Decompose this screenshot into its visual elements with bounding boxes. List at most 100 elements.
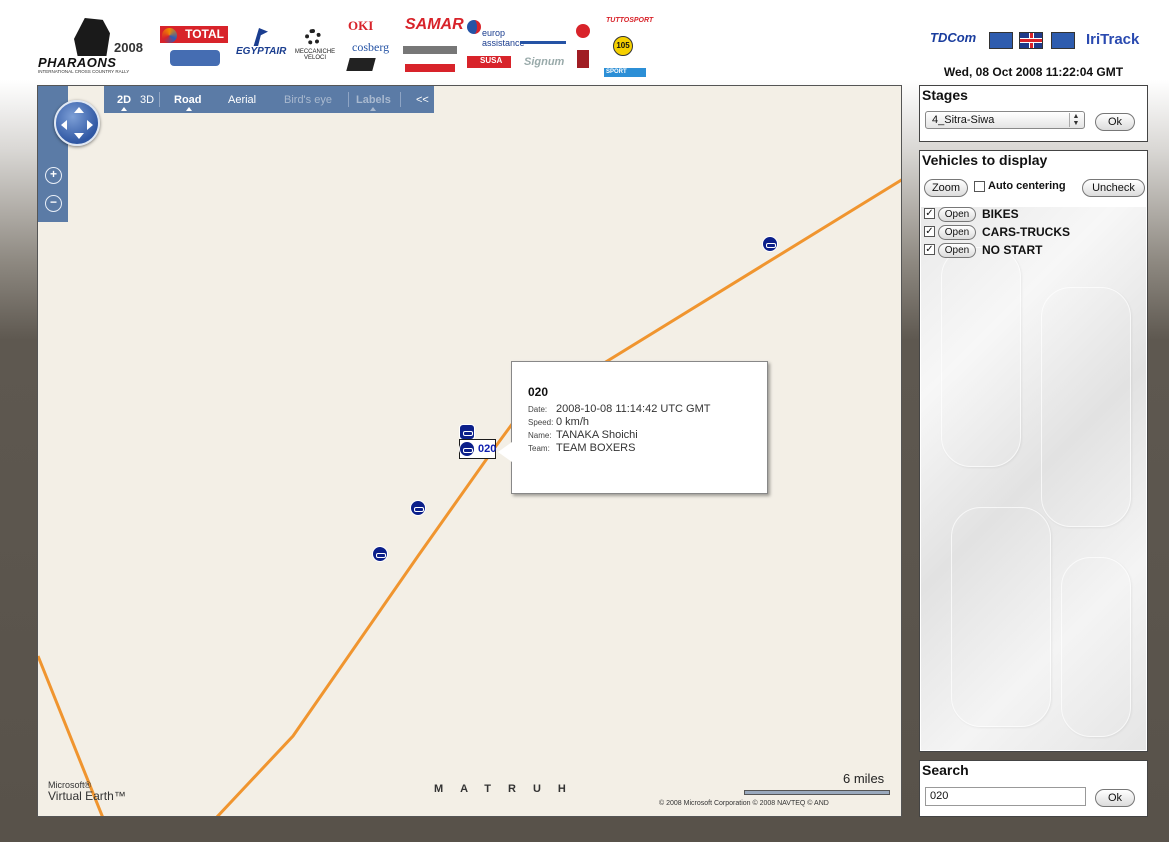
aerial-view-button[interactable]: Aerial bbox=[228, 94, 256, 106]
popup-team-key: Team: bbox=[528, 444, 550, 453]
toolbar-divider bbox=[159, 92, 160, 107]
map-view[interactable]: + − 2D 3D Road Aerial Bird's eye Labels … bbox=[37, 85, 902, 817]
cars-trucks-open-button[interactable]: Open bbox=[938, 225, 976, 240]
vehicle-marker-bike-2[interactable] bbox=[410, 500, 426, 516]
sponsor-egyptair: EGYPTAIR bbox=[236, 46, 286, 57]
select-arrows-icon: ▲ ▼ bbox=[1069, 113, 1082, 127]
virtual-earth-logo: Microsoft® Virtual Earth™ bbox=[48, 780, 126, 803]
labels-button[interactable]: Labels bbox=[356, 94, 391, 106]
sponsor-total-label: TOTAL bbox=[185, 27, 224, 41]
sponsor-europ-assistance: europ assistance bbox=[468, 28, 525, 48]
search-ok-button[interactable]: Ok bbox=[1095, 789, 1135, 807]
pharaoh-head-icon bbox=[74, 18, 110, 56]
sponsor-red-dot-icon bbox=[576, 24, 590, 38]
zoom-vehicles-button[interactable]: Zoom bbox=[924, 179, 968, 197]
sponsor-tuttosport: TUTTOSPORT bbox=[606, 17, 653, 24]
stages-title: Stages bbox=[922, 87, 968, 103]
virtual-earth-label: Virtual Earth™ bbox=[48, 789, 126, 803]
map-toolbar: 2D 3D Road Aerial Bird's eye Labels << bbox=[104, 86, 434, 113]
popup-speed: 0 km/h bbox=[556, 416, 590, 428]
mode-3d-button[interactable]: 3D bbox=[140, 94, 154, 106]
compass-pan-icon[interactable] bbox=[54, 100, 100, 146]
sponsor-sport-label: SPORT bbox=[606, 69, 627, 75]
toolbar-divider-2 bbox=[348, 92, 349, 107]
popup-date-row: Date: 2008-10-08 11:14:42 UTC GMT bbox=[528, 403, 710, 415]
sponsor-signum: Signum bbox=[524, 56, 564, 68]
sponsor-signum-label: Signum bbox=[524, 56, 565, 68]
help-flag-icon[interactable] bbox=[989, 32, 1013, 49]
sponsor-meccaniche-label: MECCANICHE VELOCI bbox=[294, 49, 336, 61]
popup-date-key: Date: bbox=[528, 405, 548, 414]
vehicle-info-popup: 020 Date: 2008-10-08 11:14:42 UTC GMT Spe… bbox=[498, 361, 768, 494]
bikes-open-button[interactable]: Open bbox=[938, 207, 976, 222]
road-indicator-icon bbox=[186, 107, 192, 111]
help-flag-2-icon[interactable] bbox=[1051, 32, 1075, 49]
sponsor-oki-label: OKI bbox=[348, 18, 374, 33]
current-datetime: Wed, 08 Oct 2008 11:22:04 GMT bbox=[919, 62, 1148, 82]
birds-eye-button[interactable]: Bird's eye bbox=[284, 94, 332, 106]
brand-subtitle: INTERNATIONAL CROSS COUNTRY RALLY bbox=[38, 69, 130, 74]
pharaons-logo: 2008 PHARAONS INTERNATIONAL CROSS COUNTR… bbox=[38, 18, 148, 74]
vehicle-marker-bike[interactable] bbox=[762, 236, 778, 252]
vehicles-panel: Vehicles to display Zoom Auto centering … bbox=[919, 150, 1148, 752]
iritrack-logo: IriTrack bbox=[1086, 31, 1140, 48]
sponsor-susa: SUSA bbox=[480, 56, 502, 65]
uk-flag-icon[interactable] bbox=[1019, 32, 1043, 49]
no-start-checkbox[interactable]: ✓ bbox=[924, 244, 935, 255]
popup-name-key: Name: bbox=[528, 431, 552, 440]
panel-relief-background bbox=[921, 207, 1146, 750]
sponsor-105-icon: 105 bbox=[613, 36, 633, 56]
sponsor-cosberg: cosberg bbox=[352, 40, 389, 55]
no-start-open-button[interactable]: Open bbox=[938, 243, 976, 258]
stage-select-value: 4_Sitra-Siwa bbox=[932, 114, 995, 126]
sponsor-tuttosport-label: TUTTOSPORT bbox=[606, 17, 654, 24]
sponsor-spiridi-bar-icon bbox=[405, 64, 455, 72]
header: 2008 PHARAONS INTERNATIONAL CROSS COUNTR… bbox=[0, 0, 1169, 82]
scale-bar bbox=[744, 790, 890, 795]
collapse-toolbar-button[interactable]: << bbox=[416, 94, 429, 106]
cars-trucks-checkbox[interactable]: ✓ bbox=[924, 226, 935, 237]
auto-centering-checkbox[interactable] bbox=[974, 181, 985, 192]
mode-2d-button[interactable]: 2D bbox=[117, 94, 131, 106]
sponsor-aez-icon bbox=[346, 58, 376, 71]
sponsor-samar: SAMAR bbox=[405, 16, 464, 34]
vehicle-marker-bus[interactable] bbox=[459, 424, 475, 440]
popup-speed-row: Speed: 0 km/h bbox=[528, 416, 589, 428]
zoom-out-button[interactable]: − bbox=[45, 195, 62, 212]
sponsor-upd-icon bbox=[520, 28, 566, 44]
tdcom-logo: TDCom bbox=[930, 30, 977, 45]
cars-trucks-label: CARS-TRUCKS bbox=[982, 225, 1070, 239]
sponsor-meccaniche: MECCANICHE VELOCI bbox=[293, 49, 337, 61]
meccaniche-gear-icon bbox=[305, 29, 321, 45]
vehicle-marker-bike-3[interactable] bbox=[372, 546, 388, 562]
sponsor-red-block-icon bbox=[577, 50, 589, 68]
popup-name-row: Name: TANAKA Shoichi bbox=[528, 429, 638, 441]
uncheck-button[interactable]: Uncheck bbox=[1082, 179, 1145, 197]
mode-2d-indicator-icon bbox=[121, 107, 127, 111]
stage-select[interactable]: 4_Sitra-Siwa ▲ ▼ bbox=[925, 111, 1085, 129]
popup-name: TANAKA Shoichi bbox=[556, 429, 638, 441]
sponsor-sport-mediaset: SPORT bbox=[604, 68, 646, 77]
road-view-button[interactable]: Road bbox=[174, 94, 202, 106]
search-input[interactable]: 020 bbox=[925, 787, 1086, 806]
brand-name: PHARAONS bbox=[38, 55, 117, 70]
sponsor-egyptair-label: EGYPTAIR bbox=[236, 46, 287, 57]
road-main bbox=[215, 178, 901, 816]
no-start-label: NO START bbox=[982, 243, 1043, 257]
scale-label: 6 miles bbox=[843, 771, 885, 786]
sponsor-total-ball-icon bbox=[162, 28, 177, 43]
search-panel: Search 020 Ok bbox=[919, 760, 1148, 817]
bikes-checkbox[interactable]: ✓ bbox=[924, 208, 935, 219]
sponsor-samar-label: SAMAR bbox=[405, 16, 464, 33]
toolbar-divider-3 bbox=[400, 92, 401, 107]
popup-title: 020 bbox=[528, 385, 549, 399]
auto-centering-label: Auto centering bbox=[988, 180, 1066, 192]
bikes-label: BIKES bbox=[982, 207, 1019, 221]
vehicles-title: Vehicles to display bbox=[922, 152, 1048, 168]
map-copyright: © 2008 Microsoft Corporation © 2008 NAVT… bbox=[659, 800, 829, 807]
zoom-in-button[interactable]: + bbox=[45, 167, 62, 184]
vehicle-marker-selected[interactable] bbox=[459, 441, 475, 457]
stages-ok-button[interactable]: Ok bbox=[1095, 113, 1135, 131]
sponsor-susa-label: SUSA bbox=[480, 56, 503, 65]
popup-speed-key: Speed: bbox=[528, 418, 554, 427]
